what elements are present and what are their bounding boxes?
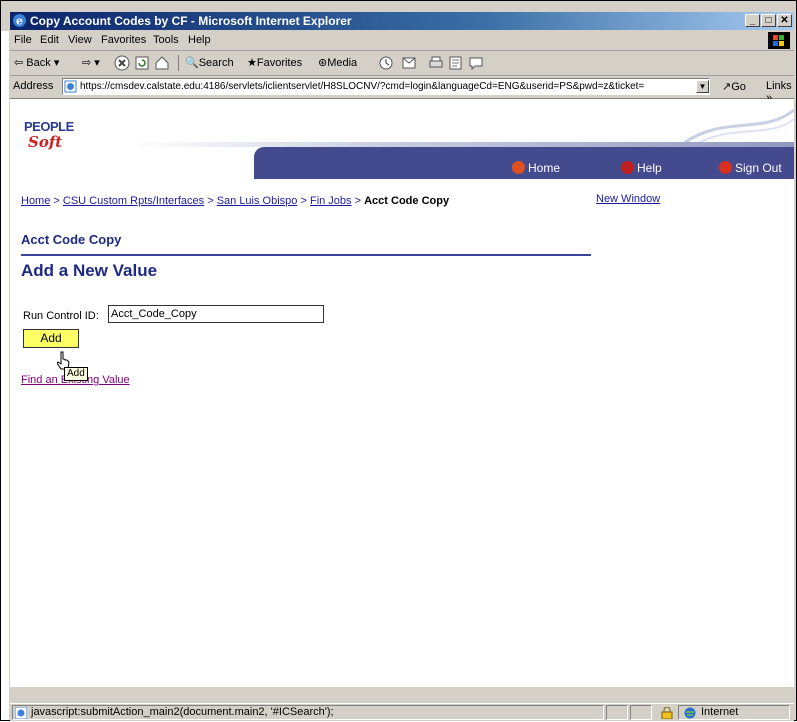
lock-icon	[660, 706, 674, 722]
print-icon[interactable]	[428, 55, 444, 71]
menu-tools[interactable]: Tools	[153, 34, 179, 46]
run-control-label: Run Control ID:	[23, 310, 99, 322]
status-text-panel: javascript:submitAction_main2(document.m…	[12, 705, 604, 720]
menu-edit[interactable]: Edit	[40, 34, 59, 46]
nav-home[interactable]: Home	[512, 161, 560, 175]
zone-label: Internet	[701, 706, 739, 718]
page-icon	[15, 707, 27, 719]
help-icon	[621, 161, 634, 174]
menu-bar: File Edit View Favorites Tools Help	[10, 31, 794, 51]
forward-button[interactable]: ⇨ ▾	[82, 56, 100, 69]
edit-icon[interactable]	[448, 55, 464, 71]
internet-explorer-icon: e	[13, 14, 26, 28]
address-input[interactable]: https://cmsdev.calstate.edu:4186/servlet…	[62, 78, 710, 95]
back-arrow-icon: ⇦	[14, 57, 24, 69]
minimize-button[interactable]: _	[745, 14, 760, 27]
menu-view[interactable]: View	[68, 34, 92, 46]
run-control-input[interactable]	[108, 305, 324, 323]
tooltip: Add	[64, 367, 88, 381]
refresh-icon[interactable]	[134, 55, 150, 71]
svg-text:Soft: Soft	[28, 133, 62, 150]
decorative-swoosh	[684, 108, 794, 146]
peoplesoft-header: PEOPLE Soft Home Help Sign Out	[10, 99, 794, 179]
breadcrumb-separator: >	[300, 195, 307, 207]
status-text: javascript:submitAction_main2(document.m…	[31, 706, 334, 718]
favorites-icon: ★	[247, 57, 257, 69]
discuss-icon[interactable]	[468, 55, 484, 71]
window-title: Copy Account Codes by CF - Microsoft Int…	[30, 14, 352, 28]
breadcrumb-separator: >	[354, 195, 362, 207]
menu-help[interactable]: Help	[188, 34, 211, 46]
home-icon	[512, 161, 525, 174]
page-title: Add a New Value	[21, 261, 158, 280]
breadcrumb-home[interactable]: Home	[21, 195, 50, 207]
breadcrumb-current: Acct Code Copy	[364, 195, 450, 207]
dropdown-arrow-icon: ▾	[53, 57, 60, 69]
go-button[interactable]: ↗Go	[722, 80, 746, 93]
standard-toolbar: ⇦ Back ▾ ⇨ ▾ 🔍Search ★Favorites ⊛Media	[10, 51, 794, 76]
address-dropdown-button[interactable]: ▼	[696, 80, 709, 93]
menu-favorites[interactable]: Favorites	[101, 34, 146, 46]
breadcrumb-san-luis-obispo[interactable]: San Luis Obispo	[217, 195, 298, 207]
peoplesoft-logo: PEOPLE Soft	[24, 119, 75, 150]
breadcrumb-separator: >	[53, 195, 60, 207]
new-window-link[interactable]: New Window	[596, 193, 660, 205]
address-bar: Address https://cmsdev.calstate.edu:4186…	[10, 76, 794, 104]
left-edge	[1, 31, 9, 720]
toolbar-separator	[178, 55, 179, 71]
page-icon	[64, 80, 77, 93]
status-bar: javascript:submitAction_main2(document.m…	[10, 703, 794, 721]
address-url: https://cmsdev.calstate.edu:4186/servlet…	[80, 81, 645, 92]
page-content: PEOPLE Soft Home Help Sign Out Home > CS…	[10, 99, 794, 687]
breadcrumb-separator: >	[207, 195, 214, 207]
title-divider	[21, 254, 591, 256]
nav-help[interactable]: Help	[621, 161, 662, 175]
home-icon[interactable]	[154, 55, 170, 71]
windows-logo-icon	[768, 32, 790, 49]
sign-out-icon	[719, 161, 732, 174]
mail-icon[interactable]	[402, 55, 418, 71]
component-title: Acct Code Copy	[21, 232, 122, 247]
back-button[interactable]: ⇦ Back ▾	[14, 56, 59, 69]
security-zone-panel: Internet	[678, 705, 790, 720]
close-button[interactable]: ✕	[777, 14, 792, 27]
nav-sign-out[interactable]: Sign Out	[719, 161, 782, 175]
favorites-button[interactable]: ★Favorites	[247, 56, 302, 69]
history-icon[interactable]	[378, 55, 394, 71]
status-panel	[630, 705, 652, 720]
svg-text:e: e	[16, 15, 23, 28]
status-panel	[606, 705, 628, 720]
svg-text:PEOPLE: PEOPLE	[24, 119, 75, 134]
address-label: Address	[13, 80, 54, 92]
window-titlebar[interactable]: e Copy Account Codes by CF - Microsoft I…	[10, 12, 794, 30]
maximize-button[interactable]: □	[761, 14, 776, 27]
search-icon: 🔍	[185, 57, 199, 69]
media-icon: ⊛	[318, 57, 328, 69]
breadcrumb-csu-custom[interactable]: CSU Custom Rpts/Interfaces	[63, 195, 204, 207]
go-arrow-icon: ↗	[722, 81, 732, 93]
breadcrumb-fin-jobs[interactable]: Fin Jobs	[310, 195, 352, 207]
menu-file[interactable]: File	[14, 34, 32, 46]
stop-icon[interactable]	[114, 55, 130, 71]
media-button[interactable]: ⊛Media	[318, 56, 357, 69]
globe-icon	[684, 707, 696, 719]
top-nav-bar: Home Help Sign Out	[254, 147, 794, 179]
search-button[interactable]: 🔍Search	[185, 56, 234, 69]
add-button[interactable]: Add	[23, 329, 79, 348]
breadcrumb: Home > CSU Custom Rpts/Interfaces > San …	[21, 195, 449, 207]
